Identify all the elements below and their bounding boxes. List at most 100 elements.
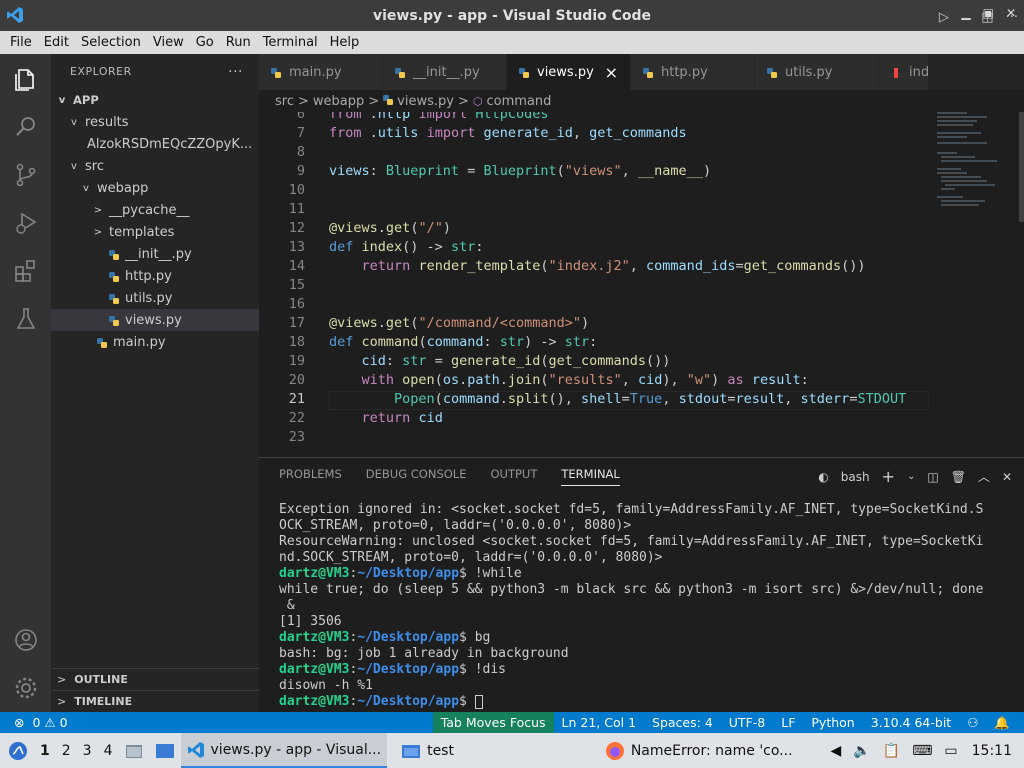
file-item[interactable]: http.py: [51, 265, 259, 287]
workspace-2[interactable]: 2: [56, 733, 77, 768]
folder-item[interactable]: > templates: [51, 221, 259, 243]
minimap[interactable]: [929, 112, 1024, 457]
file-manager-icon[interactable]: [119, 733, 149, 768]
editor-more-icon[interactable]: ···: [1006, 10, 1018, 25]
close-tab-icon[interactable]: ×: [605, 63, 618, 82]
split-editor-icon[interactable]: ◫: [981, 10, 993, 25]
terminal-dropdown-icon[interactable]: ⌄: [907, 471, 915, 482]
code-line[interactable]: 22 return cid: [259, 410, 929, 429]
menu-help[interactable]: Help: [324, 35, 366, 50]
kill-terminal-icon[interactable]: 🗑: [951, 470, 966, 484]
workspace-1[interactable]: 1: [34, 733, 56, 768]
extensions-icon[interactable]: [13, 258, 39, 284]
tab-views-py[interactable]: views.py ×: [507, 54, 631, 90]
code-line[interactable]: 17 @views.get("/command/<command>"): [259, 315, 929, 334]
encoding[interactable]: UTF-8: [721, 712, 773, 733]
folder-item[interactable]: v src: [51, 155, 259, 177]
maximize-panel-icon[interactable]: ︿: [978, 468, 990, 485]
run-file-icon[interactable]: ▷: [939, 10, 949, 25]
problems-counter[interactable]: 0 ⚠ 0: [28, 712, 71, 733]
menu-file[interactable]: File: [4, 35, 38, 50]
terminal-shell-name[interactable]: bash: [841, 470, 870, 484]
file-item[interactable]: views.py: [51, 309, 259, 331]
source-control-icon[interactable]: [13, 162, 39, 188]
feedback-icon[interactable]: ⚇: [959, 712, 986, 733]
display-icon[interactable]: ▭: [938, 733, 963, 768]
code-line[interactable]: 12 @views.get("/"): [259, 220, 929, 239]
workspace-4[interactable]: 4: [98, 733, 119, 768]
menu-view[interactable]: View: [147, 35, 190, 50]
clipboard-icon[interactable]: 📋: [877, 733, 906, 768]
file-item[interactable]: main.py: [51, 331, 259, 353]
folder-item[interactable]: v webapp: [51, 177, 259, 199]
breadcrumb-item[interactable]: views.py: [397, 94, 454, 109]
file-item[interactable]: utils.py: [51, 287, 259, 309]
panel-tab-terminal[interactable]: TERMINAL: [561, 467, 620, 486]
python-interpreter[interactable]: 3.10.4 64-bit: [863, 712, 959, 733]
tab-focus-mode[interactable]: Tab Moves Focus: [432, 712, 554, 733]
tab-init---py[interactable]: __init__.py: [383, 54, 507, 90]
tab-main-py[interactable]: main.py: [259, 54, 383, 90]
taskbar-vscode-window[interactable]: views.py - app - Visual...: [180, 733, 388, 768]
menu-go[interactable]: Go: [190, 35, 220, 50]
settings-gear-icon[interactable]: [13, 675, 39, 701]
testing-icon[interactable]: [13, 306, 39, 332]
panel-tab-debug-console[interactable]: DEBUG CONSOLE: [366, 467, 467, 486]
code-line[interactable]: 8: [259, 144, 929, 163]
clock[interactable]: 15:11: [964, 733, 1024, 768]
indentation[interactable]: Spaces: 4: [644, 712, 721, 733]
code-line[interactable]: 9 views: Blueprint = Blueprint("views", _…: [259, 163, 929, 182]
notifications-icon[interactable]: 🔔: [986, 712, 1024, 733]
code-line[interactable]: 20 with open(os.path.join("results", cid…: [259, 372, 929, 391]
code-line[interactable]: 16: [259, 296, 929, 315]
menu-edit[interactable]: Edit: [38, 35, 75, 50]
run-dropdown-icon[interactable]: ⌄: [961, 12, 969, 25]
code-line[interactable]: 7 from .utils import generate_id, get_com…: [259, 125, 929, 144]
cursor-position[interactable]: Ln 21, Col 1: [554, 712, 645, 733]
code-line[interactable]: 21 Popen(command.split(), shell=True, st…: [259, 391, 929, 410]
keyboard-icon[interactable]: ⌨: [906, 733, 938, 768]
menu-terminal[interactable]: Terminal: [257, 35, 324, 50]
more-actions-icon[interactable]: ···: [228, 64, 243, 80]
end-of-line[interactable]: LF: [773, 712, 803, 733]
folder-item[interactable]: AlzokRSDmEQcZZOpyK...: [51, 133, 259, 155]
taskbar-firefox-window[interactable]: NameError: name 'co...: [599, 733, 799, 768]
folder-item[interactable]: v results: [51, 111, 259, 133]
search-icon[interactable]: [13, 114, 39, 140]
folder-item[interactable]: > __pycache__: [51, 199, 259, 221]
code-line[interactable]: 18 def command(command: str) -> str:: [259, 334, 929, 353]
account-icon[interactable]: [13, 627, 39, 653]
terminal-output[interactable]: Exception ignored in: <socket.socket fd=…: [279, 502, 1009, 710]
language-mode[interactable]: Python: [803, 712, 862, 733]
run-debug-icon[interactable]: [13, 210, 39, 236]
new-terminal-icon[interactable]: +: [882, 467, 895, 486]
close-panel-icon[interactable]: ✕: [1002, 470, 1012, 484]
outline-section[interactable]: > OUTLINE: [51, 668, 259, 690]
tab-http-py[interactable]: http.py: [631, 54, 755, 90]
panel-tab-problems[interactable]: PROBLEMS: [279, 467, 342, 486]
split-terminal-icon[interactable]: ◫: [927, 470, 938, 484]
code-line[interactable]: 10: [259, 182, 929, 201]
explorer-icon[interactable]: [13, 66, 39, 92]
speaker-icon[interactable]: 🔈: [847, 733, 876, 768]
file-item[interactable]: __init__.py: [51, 243, 259, 265]
tab-utils-py[interactable]: utils.py: [755, 54, 879, 90]
breadcrumb-item[interactable]: src: [275, 94, 294, 109]
code-line[interactable]: 23: [259, 429, 929, 448]
menu-run[interactable]: Run: [220, 35, 257, 50]
menu-selection[interactable]: Selection: [75, 35, 147, 50]
code-line[interactable]: 14 return render_template("index.j2", co…: [259, 258, 929, 277]
desktop-icon[interactable]: [149, 733, 181, 768]
start-menu-icon[interactable]: [0, 733, 34, 768]
remote-icon[interactable]: ⊗: [0, 712, 28, 733]
taskbar-folder-window[interactable]: test: [395, 733, 460, 768]
breadcrumb-item[interactable]: command: [486, 94, 551, 109]
breadcrumb-item[interactable]: webapp: [313, 94, 364, 109]
code-line[interactable]: 6 from .http import HttpCodes: [259, 112, 929, 125]
workspace-3[interactable]: 3: [77, 733, 98, 768]
code-line[interactable]: 11: [259, 201, 929, 220]
volume-up-icon[interactable]: ◀: [825, 733, 848, 768]
code-editor[interactable]: 6 from .http import HttpCodes 7 from .utils…: [259, 112, 929, 457]
panel-tab-output[interactable]: OUTPUT: [490, 467, 537, 486]
tab-ind[interactable]: ind: [879, 54, 929, 90]
